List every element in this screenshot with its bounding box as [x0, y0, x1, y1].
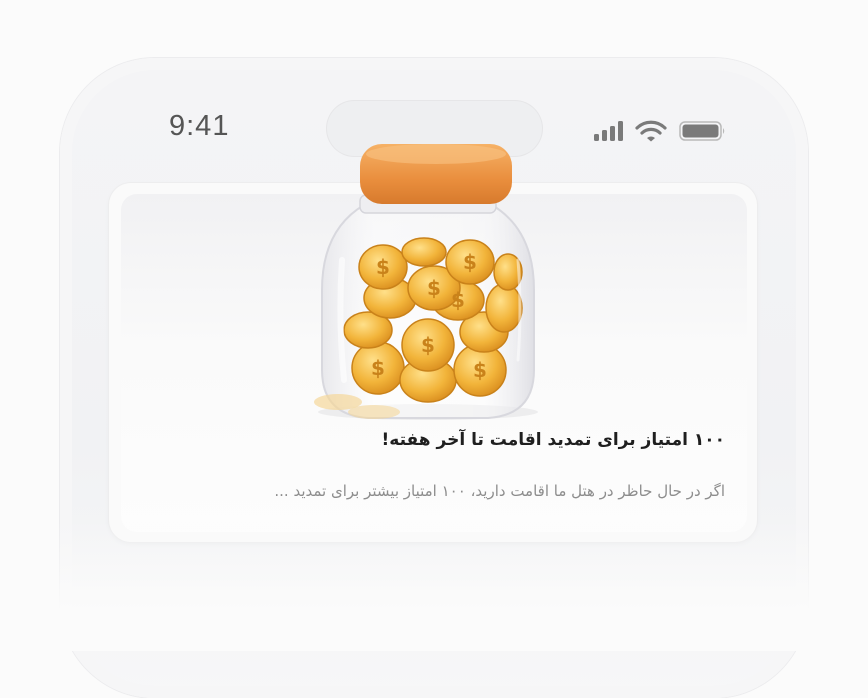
notification-body: اگر در حال حاظر در هتل ما اقامت دارید، ۱… [274, 482, 725, 500]
svg-text:$: $ [376, 255, 390, 279]
wifi-icon [635, 120, 667, 142]
notification-title: ۱۰۰ امتیاز برای تمدید اقامت تا آخر هفته! [381, 430, 725, 450]
svg-text:$: $ [451, 288, 465, 312]
status-icons [594, 118, 727, 144]
svg-text:$: $ [427, 276, 441, 300]
svg-text:$: $ [473, 358, 487, 382]
bottom-fade [0, 520, 868, 651]
cellular-signal-icon [594, 121, 623, 141]
svg-text:$: $ [463, 250, 477, 274]
battery-icon [679, 121, 725, 141]
svg-text:$: $ [371, 356, 385, 380]
coin-jar-illustration: $ $ $ $ $ $ $ [314, 144, 538, 420]
status-time: 9:41 [169, 110, 230, 142]
svg-text:$: $ [421, 333, 435, 357]
